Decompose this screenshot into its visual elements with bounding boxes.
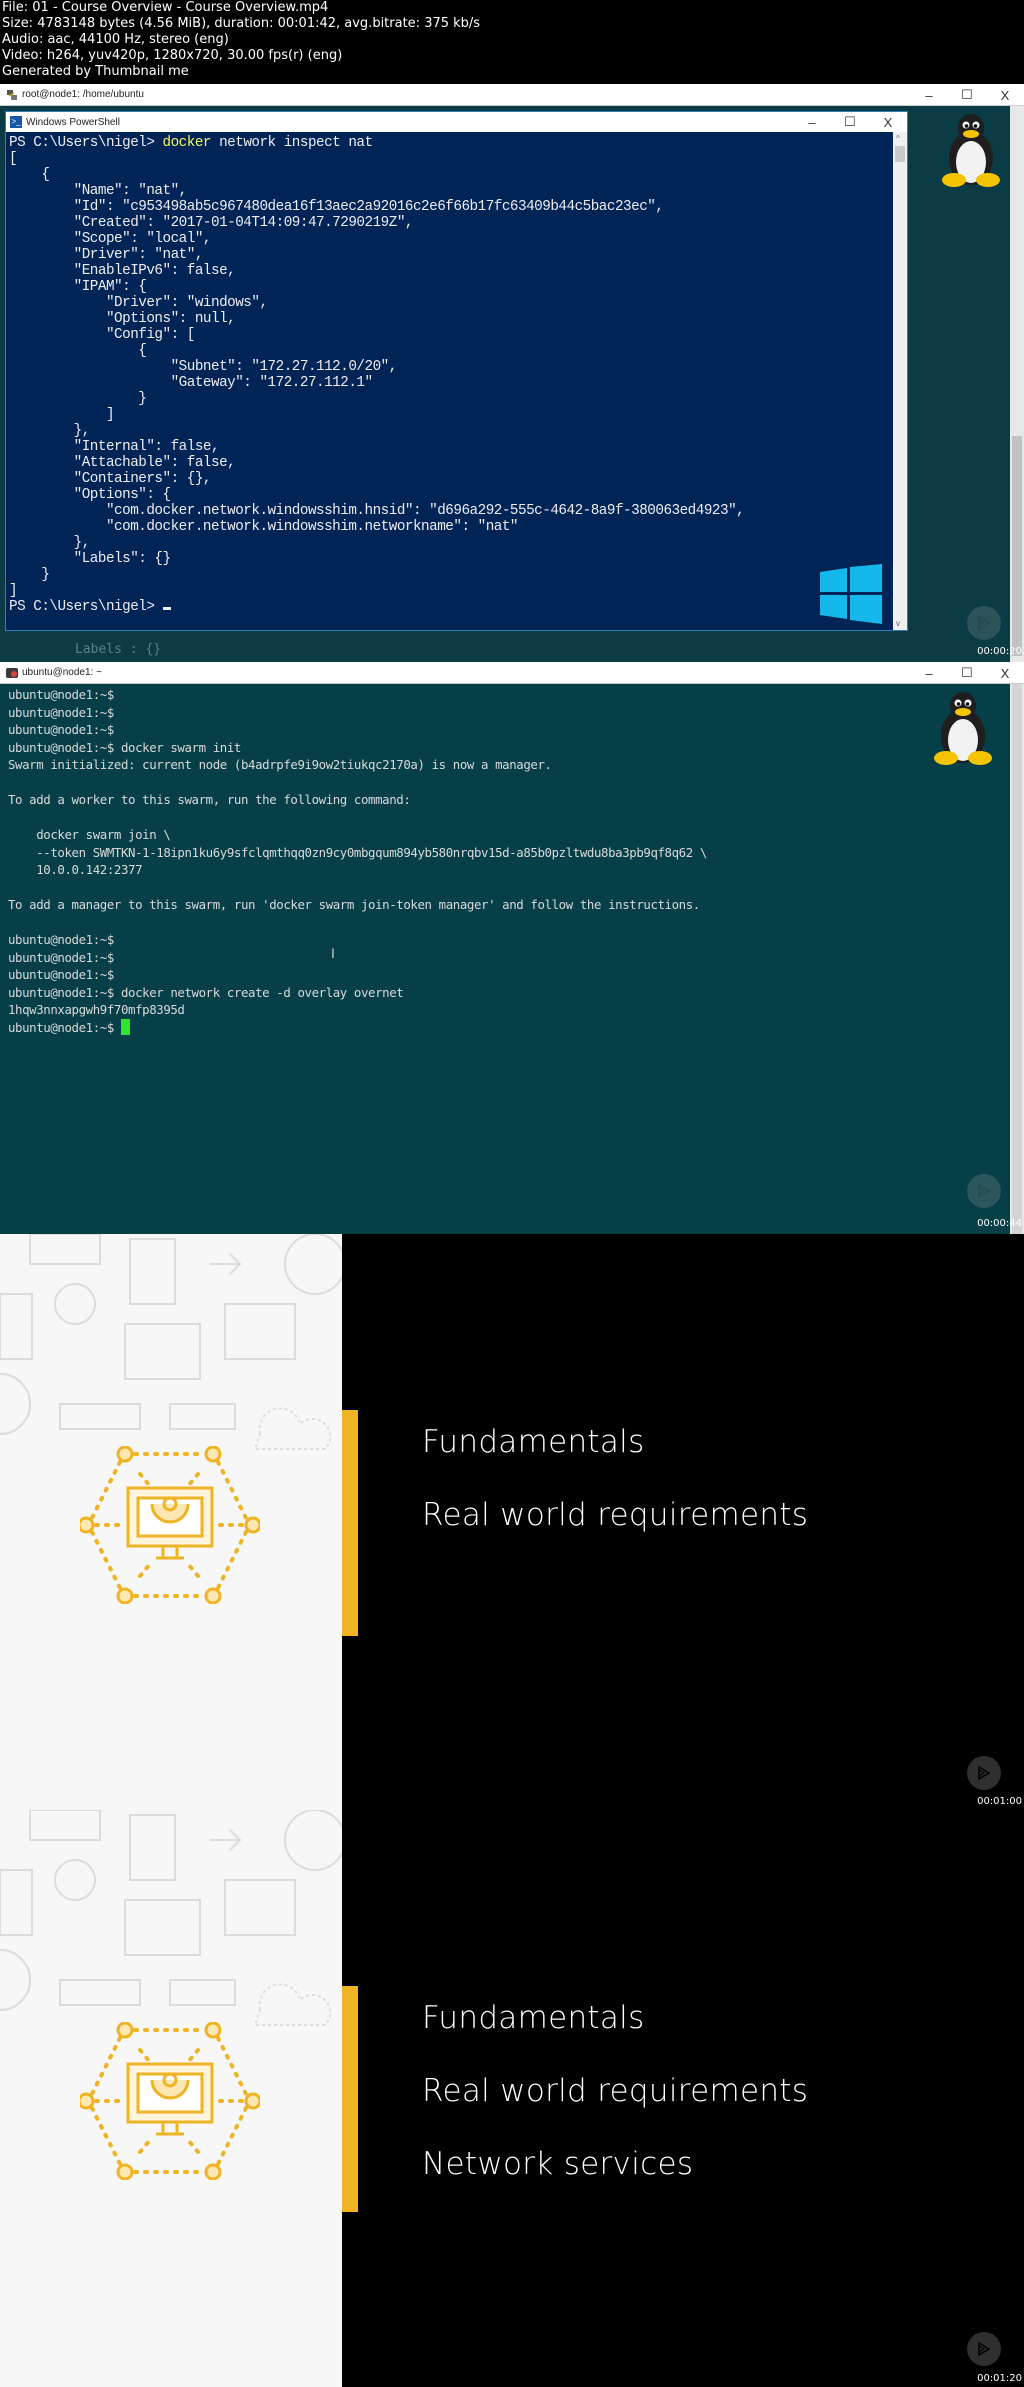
play-button[interactable] [967,1756,1001,1790]
background-terminal-text: Labels : {} [75,642,162,657]
powershell-scrollbar[interactable]: ^ v [893,132,907,630]
powershell-icon: >_ [10,116,22,128]
ps-prompt: PS C:\Users\nigel> [9,135,163,151]
play-icon [978,1183,991,1199]
network-monitor-gear-icon [80,1446,260,1604]
file-info-line: Video: h264, yuv420p, 1280x720, 30.00 fp… [2,48,343,63]
putty-scrollbar[interactable] [1010,106,1024,662]
file-info-line: Size: 4783148 bytes (4.56 MiB), duration… [2,16,481,31]
network-monitor-gear-icon [80,2022,260,2180]
slide-item: Real world requirements [422,2073,809,2109]
minimize-button[interactable]: – [910,88,948,103]
file-info-line: File: 01 - Course Overview - Course Over… [2,0,329,15]
slide-item: Network services [422,2146,694,2182]
powershell-title-bar: >_ Windows PowerShell – ☐ X [6,112,907,132]
file-info-header: File: 01 - Course Overview - Course Over… [0,0,1024,84]
slide-item: Fundamentals [422,2000,645,2036]
ps-command-args: network inspect nat [211,135,373,151]
powershell-console[interactable]: PS C:\Users\nigel> docker network inspec… [6,132,893,630]
ps-final-prompt: PS C:\Users\nigel> [9,599,163,615]
play-icon [978,615,991,631]
play-icon [978,2341,991,2357]
accent-bar [342,1986,358,2212]
tux-penguin-icon [934,692,992,765]
video-frame-3: Fundamentals Real world requirements 00:… [0,1234,1024,1810]
close-button[interactable]: X [986,88,1024,103]
ps-minimize-button[interactable]: – [793,115,831,130]
play-button[interactable] [967,1174,1001,1208]
ps-command-output: [ { "Name": "nat", "Id": "c953498ab5c967… [9,151,745,599]
file-info-line: Generated by Thumbnail me [2,64,189,79]
timestamp: 00:00:20 [977,646,1022,657]
terminal-output: ubuntu@node1:~$ ubuntu@node1:~$ ubuntu@n… [8,687,707,1035]
windows-logo-icon [820,564,882,624]
window-title: ubuntu@node1: ~ [22,667,102,678]
ps-cursor [162,607,171,610]
close-button[interactable]: X [986,666,1024,681]
timestamp: 00:01:00 [977,1796,1022,1807]
ps-maximize-button[interactable]: ☐ [831,114,869,130]
play-button[interactable] [967,2332,1001,2366]
maximize-button[interactable]: ☐ [948,87,986,103]
video-frame-1: root@node1: /home/ubuntu – ☐ X Labels : … [0,84,1024,662]
powershell-window: >_ Windows PowerShell – ☐ X PS C:\Users\… [5,111,908,631]
window-title: root@node1: /home/ubuntu [22,89,144,100]
powershell-title: Windows PowerShell [26,116,120,128]
text-cursor-icon: I [331,945,335,961]
timestamp: 00:01:20 [977,2373,1022,2384]
ps-close-button[interactable]: X [869,115,907,130]
file-info-line: Audio: aac, 44100 Hz, stereo (eng) [2,32,229,47]
slide-item: Fundamentals [422,1424,645,1460]
video-frame-2: ubuntu@node1: ~ – ☐ X ubuntu@node1:~$ ub… [0,662,1024,1234]
maximize-button[interactable]: ☐ [948,665,986,681]
ubuntu-terminal[interactable]: ubuntu@node1:~$ ubuntu@node1:~$ ubuntu@n… [0,684,1010,1234]
video-frame-4: Fundamentals Real world requirements Net… [0,1810,1024,2387]
putty-title-bar: root@node1: /home/ubuntu – ☐ X [0,84,1024,106]
putty-icon [7,89,17,100]
ubuntu-title-bar: ubuntu@node1: ~ – ☐ X [0,662,1024,684]
play-button[interactable] [967,606,1001,640]
ps-command-keyword: docker [162,135,212,151]
terminal-cursor [120,1018,130,1035]
tux-penguin-icon [942,114,1000,187]
timestamp: 00:00:44 [977,1218,1022,1229]
accent-bar [342,1410,358,1636]
slide-item: Real world requirements [422,1497,809,1533]
terminal-scrollbar[interactable] [1010,684,1024,1234]
minimize-button[interactable]: – [910,666,948,681]
play-icon [978,1765,991,1781]
terminal-app-icon [6,667,18,678]
